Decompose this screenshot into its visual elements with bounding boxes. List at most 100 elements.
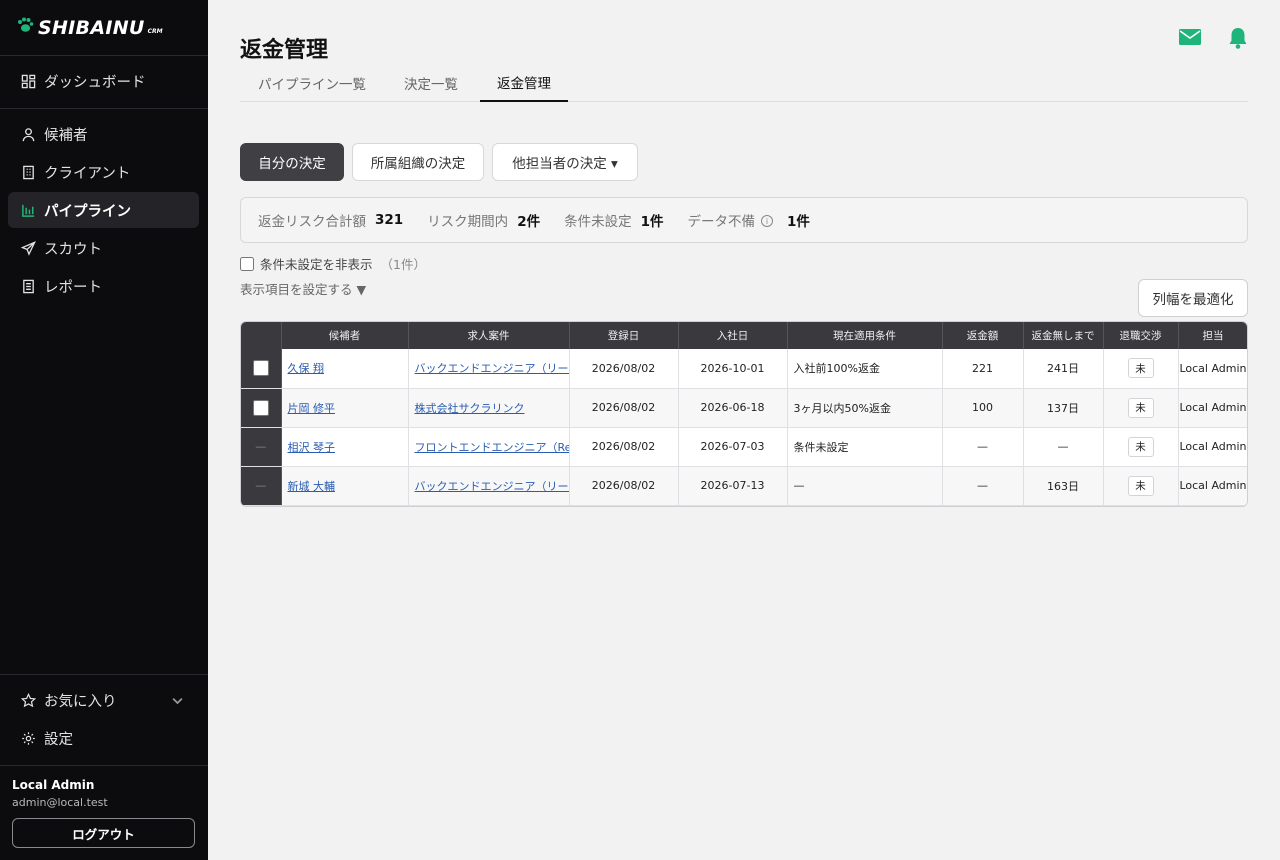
job-cell: フロントエンドエンジニア（React） [408,427,570,467]
user-name: Local Admin [12,778,95,792]
gear-icon [20,730,36,746]
refund-amount: — [942,427,1024,467]
sidebar: SHIBAINU CRM ダッシュボード 候補者 クライアント パイプライン ス… [0,0,208,860]
negotiation-cell: 未 [1103,388,1179,428]
table-row: — 新城 大輔 バックエンドエンジニア（リード） 2026/08/02 2026… [241,466,1247,506]
join-date: 2026-07-03 [678,427,788,467]
bar-chart-icon [20,202,36,218]
candidate-link[interactable]: 久保 翔 [288,362,325,375]
sidebar-item-label: スカウト [44,241,102,258]
negotiation-badge[interactable]: 未 [1127,358,1154,379]
user-email: admin@local.test [12,796,108,809]
refund-amount: 221 [942,349,1024,389]
row-checkbox[interactable] [252,399,269,416]
column-header[interactable]: 担当 [1178,322,1247,349]
sidebar-item-dashboard[interactable]: ダッシュボード [8,63,199,99]
hide-unset-toggle[interactable]: 条件未設定を非表示 （1件） [240,254,426,273]
divider [0,108,208,109]
job-link[interactable]: バックエンドエンジニア（リード） [415,480,569,493]
column-header[interactable]: 入社日 [678,322,788,349]
sidebar-item-label: パイプライン [44,203,131,220]
days-remaining: 137日 [1023,388,1104,428]
refund-amount: — [942,466,1024,506]
job-link[interactable]: バックエンドエンジニア（リード） [415,362,569,375]
logout-button[interactable]: ログアウト [12,818,195,848]
sidebar-item-candidates[interactable]: 候補者 [8,116,199,152]
registered-date: 2026/08/02 [569,466,679,506]
column-header[interactable]: 登録日 [569,322,679,349]
refund-condition: 3ヶ月以内50%返金 [787,388,943,428]
row-select-cell [241,349,282,389]
column-header[interactable]: 候補者 [281,322,409,349]
tab-bar: パイプライン一覧 決定一覧 返金管理 [240,64,1248,102]
candidate-cell: 新城 大輔 [281,466,409,506]
job-link[interactable]: フロントエンドエンジニア（React） [415,441,569,454]
filter-my-decisions[interactable]: 自分の決定 [240,143,344,181]
column-header[interactable]: 退職交渉 [1103,322,1179,349]
row-checkbox[interactable] [252,360,269,377]
join-date: 2026-06-18 [678,388,788,428]
sidebar-item-label: クライアント [44,165,131,182]
fit-columns-button[interactable]: 列幅を最適化 [1138,279,1248,317]
table-row: 片岡 修平 株式会社サクラリンク 2026/08/02 2026-06-18 3… [241,388,1247,428]
column-header[interactable]: 求人案件 [408,322,570,349]
candidate-cell: 久保 翔 [281,349,409,389]
building-icon [20,164,36,180]
days-remaining: — [1023,427,1104,467]
brand-logo[interactable]: SHIBAINU CRM [0,0,208,56]
document-icon [20,278,36,294]
candidate-cell: 片岡 修平 [281,388,409,428]
sidebar-item-settings[interactable]: 設定 [8,720,199,756]
candidate-link[interactable]: 相沢 琴子 [288,441,336,454]
bell-icon[interactable] [1226,26,1250,54]
column-header[interactable]: 現在適用条件 [787,322,943,349]
column-header [241,322,282,349]
column-header[interactable]: 返金額 [942,322,1024,349]
column-settings-link[interactable]: 表示項目を設定する ▼ [240,279,366,298]
candidate-link[interactable]: 片岡 修平 [288,402,336,415]
info-icon[interactable]: i [761,215,773,227]
sidebar-item-clients[interactable]: クライアント [8,154,199,190]
job-cell: 株式会社サクラリンク [408,388,570,428]
registered-date: 2026/08/02 [569,349,679,389]
negotiation-cell: 未 [1103,427,1179,467]
summary-unset-value: 1件 [640,214,664,230]
sidebar-item-scout[interactable]: スカウト [8,230,199,266]
candidate-link[interactable]: 新城 大輔 [288,480,336,493]
favorites-toggle[interactable]: お気に入り [8,682,199,718]
summary-total-label: 返金リスク合計額 [258,214,366,230]
dashboard-icon [20,73,36,89]
owner-cell: Local Admin [1178,349,1247,389]
table-row: — 相沢 琴子 フロントエンドエンジニア（React） 2026/08/02 2… [241,427,1247,467]
row-select-cell [241,388,282,428]
sidebar-item-reports[interactable]: レポート [8,268,199,304]
owner-cell: Local Admin [1178,427,1247,467]
hide-unset-checkbox[interactable] [240,256,254,271]
negotiation-badge[interactable]: 未 [1127,397,1154,418]
brand-suffix: CRM [147,28,163,35]
divider [0,674,208,675]
column-header[interactable]: 返金無しまで [1023,322,1104,349]
negotiation-badge[interactable]: 未 [1127,475,1154,496]
sidebar-item-label: 候補者 [44,127,88,144]
tab-refund-management[interactable]: 返金管理 [480,64,568,102]
job-cell: バックエンドエンジニア（リード） [408,466,570,506]
job-link[interactable]: 株式会社サクラリンク [415,402,525,415]
negotiation-cell: 未 [1103,349,1179,389]
filter-other-owner-dropdown[interactable]: 他担当者の決定 ▾ [492,143,638,181]
table-row: 久保 翔 バックエンドエンジニア（リード） 2026/08/02 2026-10… [241,349,1247,389]
row-select-cell: — [241,466,282,506]
table-header-row: 候補者 求人案件 登録日 入社日 現在適用条件 返金額 返金無しまで 退職交渉 … [241,322,1247,349]
tab-pipeline-list[interactable]: パイプライン一覧 [240,64,384,102]
refund-table: 候補者 求人案件 登録日 入社日 現在適用条件 返金額 返金無しまで 退職交渉 … [240,321,1248,507]
mail-icon[interactable] [1178,26,1202,52]
chevron-down-icon [170,693,185,712]
sidebar-item-pipeline[interactable]: パイプライン [8,192,199,228]
filter-org-decisions[interactable]: 所属組織の決定 [352,143,484,181]
registered-date: 2026/08/02 [569,427,679,467]
negotiation-badge[interactable]: 未 [1127,436,1154,457]
tab-decision-list[interactable]: 決定一覧 [384,64,478,102]
registered-date: 2026/08/02 [569,388,679,428]
refund-condition: 条件未設定 [787,427,943,467]
sidebar-item-label: レポート [44,279,102,296]
